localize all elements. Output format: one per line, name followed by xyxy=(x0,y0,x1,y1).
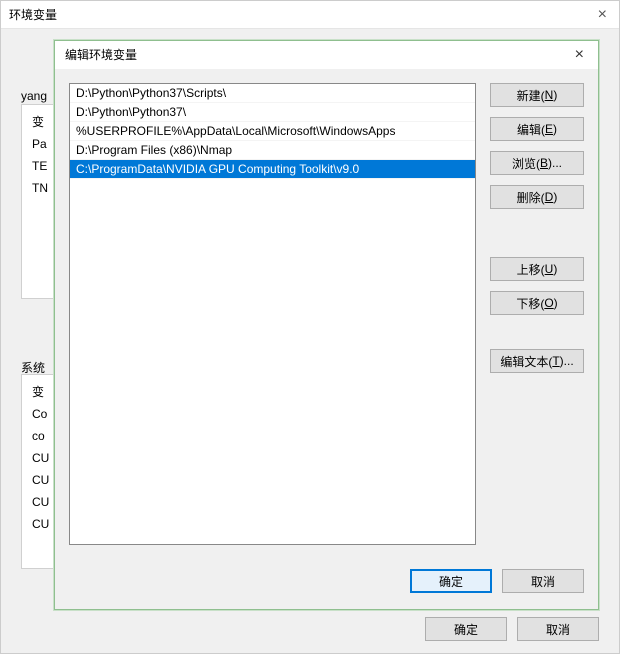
path-row[interactable]: D:\Program Files (x86)\Nmap xyxy=(70,141,475,160)
path-row[interactable]: D:\Python\Python37\Scripts\ xyxy=(70,84,475,103)
path-list[interactable]: D:\Python\Python37\Scripts\D:\Python\Pyt… xyxy=(69,83,476,545)
inner-titlebar: 编辑环境变量 × xyxy=(55,41,598,69)
browse-button[interactable]: 浏览(B)... xyxy=(490,151,584,175)
edit-env-var-dialog: 编辑环境变量 × D:\Python\Python37\Scripts\D:\P… xyxy=(54,40,599,610)
spacer xyxy=(490,325,584,349)
inner-body: D:\Python\Python37\Scripts\D:\Python\Pyt… xyxy=(55,69,598,559)
path-row[interactable]: D:\Python\Python37\ xyxy=(70,103,475,122)
move-down-button[interactable]: 下移(O) xyxy=(490,291,584,315)
move-up-button[interactable]: 上移(U) xyxy=(490,257,584,281)
inner-ok-button[interactable]: 确定 xyxy=(410,569,492,593)
outer-title: 环境变量 xyxy=(9,1,57,29)
inner-footer: 确定 取消 xyxy=(55,559,598,609)
button-column: 新建(N) 编辑(E) 浏览(B)... 删除(D) 上移(U) 下移(O) 编… xyxy=(490,83,584,545)
new-button[interactable]: 新建(N) xyxy=(490,83,584,107)
system-vars-text: 变 Co co CU CU CU CU xyxy=(32,381,49,535)
inner-title: 编辑环境变量 xyxy=(65,41,137,69)
outer-titlebar: 环境变量 × xyxy=(1,1,619,29)
user-vars-text: 变 Pa TE TN xyxy=(32,111,48,199)
edit-button[interactable]: 编辑(E) xyxy=(490,117,584,141)
inner-cancel-button[interactable]: 取消 xyxy=(502,569,584,593)
outer-footer: 确定 取消 xyxy=(425,617,599,641)
outer-cancel-button[interactable]: 取消 xyxy=(517,617,599,641)
spacer xyxy=(490,219,584,257)
path-row[interactable]: C:\ProgramData\NVIDIA GPU Computing Tool… xyxy=(70,160,475,179)
path-row[interactable]: %USERPROFILE%\AppData\Local\Microsoft\Wi… xyxy=(70,122,475,141)
inner-close-button[interactable]: × xyxy=(571,41,588,69)
outer-ok-button[interactable]: 确定 xyxy=(425,617,507,641)
delete-button[interactable]: 删除(D) xyxy=(490,185,584,209)
user-vars-label: yang xyxy=(21,89,47,103)
outer-close-button[interactable]: × xyxy=(594,1,611,29)
edit-text-button[interactable]: 编辑文本(T)... xyxy=(490,349,584,373)
